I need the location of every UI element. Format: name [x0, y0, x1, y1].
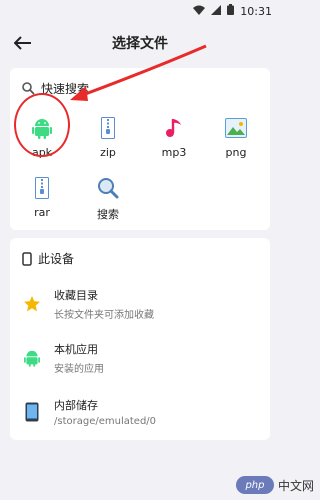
annotation-arrow	[70, 44, 207, 101]
watermark: php 中文网	[235, 476, 314, 494]
watermark-logo: php	[235, 476, 274, 494]
watermark-text: 中文网	[277, 478, 314, 493]
